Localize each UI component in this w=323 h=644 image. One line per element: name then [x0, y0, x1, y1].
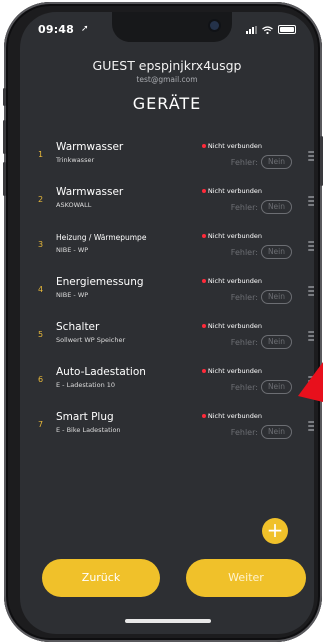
- drag-handle-icon[interactable]: [308, 331, 314, 341]
- status-dot-icon: [201, 324, 206, 328]
- error-value-pill: Nein: [260, 380, 292, 394]
- connection-status: Nicht verbunden: [201, 322, 262, 330]
- error-indicator: Fehler: Nein: [231, 335, 292, 349]
- status-bar: 09:48 ➚: [20, 12, 314, 48]
- drag-handle-icon[interactable]: [308, 196, 314, 206]
- page-title: GERÄTE: [132, 94, 202, 113]
- connection-status: Nicht verbunden: [201, 232, 262, 240]
- device-row[interactable]: 1 Warmwasser Trinkwasser Nicht verbunden…: [34, 134, 314, 179]
- device-name: Heizung / Wärmepumpe: [56, 233, 147, 242]
- side-button: [3, 120, 6, 154]
- connection-status-text: Nicht verbunden: [207, 277, 262, 285]
- device-name: Schalter: [56, 321, 100, 333]
- connection-status-text: Nicht verbunden: [207, 367, 262, 375]
- device-list: 1 Warmwasser Trinkwasser Nicht verbunden…: [34, 134, 314, 449]
- status-dot-icon: [201, 369, 206, 373]
- side-button: [3, 162, 6, 196]
- drag-handle-icon[interactable]: [308, 421, 314, 431]
- device-name: Warmwasser: [56, 186, 124, 198]
- connection-status: Nicht verbunden: [201, 187, 262, 195]
- status-dot-icon: [201, 414, 206, 418]
- battery-icon: [278, 25, 296, 34]
- device-row[interactable]: 4 Energiemessung NIBE - WP Nicht verbund…: [34, 269, 314, 314]
- error-indicator: Fehler: Nein: [231, 425, 292, 439]
- device-index: 6: [38, 375, 44, 384]
- device-name: Warmwasser: [56, 141, 124, 153]
- back-button[interactable]: Zurück: [42, 559, 160, 597]
- side-button: [3, 88, 6, 106]
- connection-status-text: Nicht verbunden: [207, 142, 262, 150]
- device-index: 4: [38, 285, 44, 294]
- phone-frame: 09:48 ➚ GUEST epspjnjkrx4usgp test@gmail…: [3, 2, 323, 642]
- error-indicator: Fehler: Nein: [231, 290, 292, 304]
- device-subtitle: Trinkwasser: [56, 156, 95, 164]
- drag-handle-icon[interactable]: [308, 241, 314, 251]
- error-indicator: Fehler: Nein: [231, 155, 292, 169]
- device-index: 2: [38, 195, 44, 204]
- status-dot-icon: [201, 279, 206, 283]
- device-subtitle: ASKOWALL: [56, 201, 92, 209]
- error-value-pill: Nein: [260, 425, 292, 439]
- device-subtitle: E - Bike Ladestation: [56, 426, 121, 434]
- error-value-pill: Nein: [260, 200, 292, 214]
- connection-status: Nicht verbunden: [201, 367, 262, 375]
- device-subtitle: NIBE - WP: [56, 246, 89, 254]
- device-name: Smart Plug: [56, 411, 114, 423]
- status-time: 09:48: [38, 23, 75, 36]
- device-name: Auto-Ladestation: [56, 366, 146, 378]
- device-subtitle: E - Ladestation 10: [56, 381, 116, 389]
- device-index: 3: [38, 240, 44, 249]
- error-indicator: Fehler: Nein: [231, 245, 292, 259]
- connection-status-text: Nicht verbunden: [207, 322, 262, 330]
- app-screen: 09:48 ➚ GUEST epspjnjkrx4usgp test@gmail…: [20, 12, 314, 634]
- device-subtitle: NIBE - WP: [56, 291, 89, 299]
- error-label: Fehler:: [230, 157, 258, 167]
- connection-status-text: Nicht verbunden: [207, 232, 262, 240]
- next-button[interactable]: Weiter: [186, 559, 306, 597]
- connection-status-text: Nicht verbunden: [207, 187, 262, 195]
- status-dot-icon: [201, 144, 206, 148]
- system-icons: [246, 25, 296, 34]
- error-value-pill: Nein: [260, 155, 292, 169]
- add-device-button[interactable]: +: [262, 518, 288, 544]
- error-label: Fehler:: [230, 337, 258, 347]
- user-name: GUEST epspjnjkrx4usgp: [92, 58, 242, 73]
- annotation-arrow-icon: [298, 362, 323, 402]
- connection-status: Nicht verbunden: [201, 412, 262, 420]
- device-index: 5: [38, 330, 44, 339]
- device-index: 1: [38, 150, 44, 159]
- error-value-pill: Nein: [260, 335, 292, 349]
- device-subtitle: Sollwert WP Speicher: [56, 336, 126, 344]
- error-indicator: Fehler: Nein: [231, 380, 292, 394]
- device-name: Energiemessung: [56, 276, 144, 288]
- status-dot-icon: [201, 189, 206, 193]
- connection-status: Nicht verbunden: [201, 277, 262, 285]
- signal-icon: [246, 26, 257, 34]
- error-value-pill: Nein: [260, 290, 292, 304]
- connection-status-text: Nicht verbunden: [207, 412, 262, 420]
- device-index: 7: [38, 420, 44, 429]
- device-row[interactable]: 5 Schalter Sollwert WP Speicher Nicht ve…: [34, 314, 314, 359]
- error-label: Fehler:: [230, 247, 258, 257]
- device-row[interactable]: 6 Auto-Ladestation E - Ladestation 10 Ni…: [34, 359, 314, 404]
- location-arrow-icon: ➚: [81, 24, 89, 34]
- error-label: Fehler:: [230, 202, 258, 212]
- home-indicator[interactable]: [125, 619, 211, 623]
- wifi-icon: [262, 26, 273, 34]
- device-row[interactable]: 7 Smart Plug E - Bike Ladestation Nicht …: [34, 404, 314, 449]
- drag-handle-icon[interactable]: [308, 286, 314, 296]
- device-row[interactable]: 2 Warmwasser ASKOWALL Nicht verbunden Fe…: [34, 179, 314, 224]
- error-label: Fehler:: [230, 382, 258, 392]
- user-email: test@gmail.com: [136, 75, 198, 84]
- error-label: Fehler:: [230, 427, 258, 437]
- connection-status: Nicht verbunden: [201, 142, 262, 150]
- error-indicator: Fehler: Nein: [231, 200, 292, 214]
- drag-handle-icon[interactable]: [308, 151, 314, 161]
- error-value-pill: Nein: [260, 245, 292, 259]
- status-dot-icon: [201, 234, 206, 238]
- error-label: Fehler:: [230, 292, 258, 302]
- device-row[interactable]: 3 Heizung / Wärmepumpe NIBE - WP Nicht v…: [34, 224, 314, 269]
